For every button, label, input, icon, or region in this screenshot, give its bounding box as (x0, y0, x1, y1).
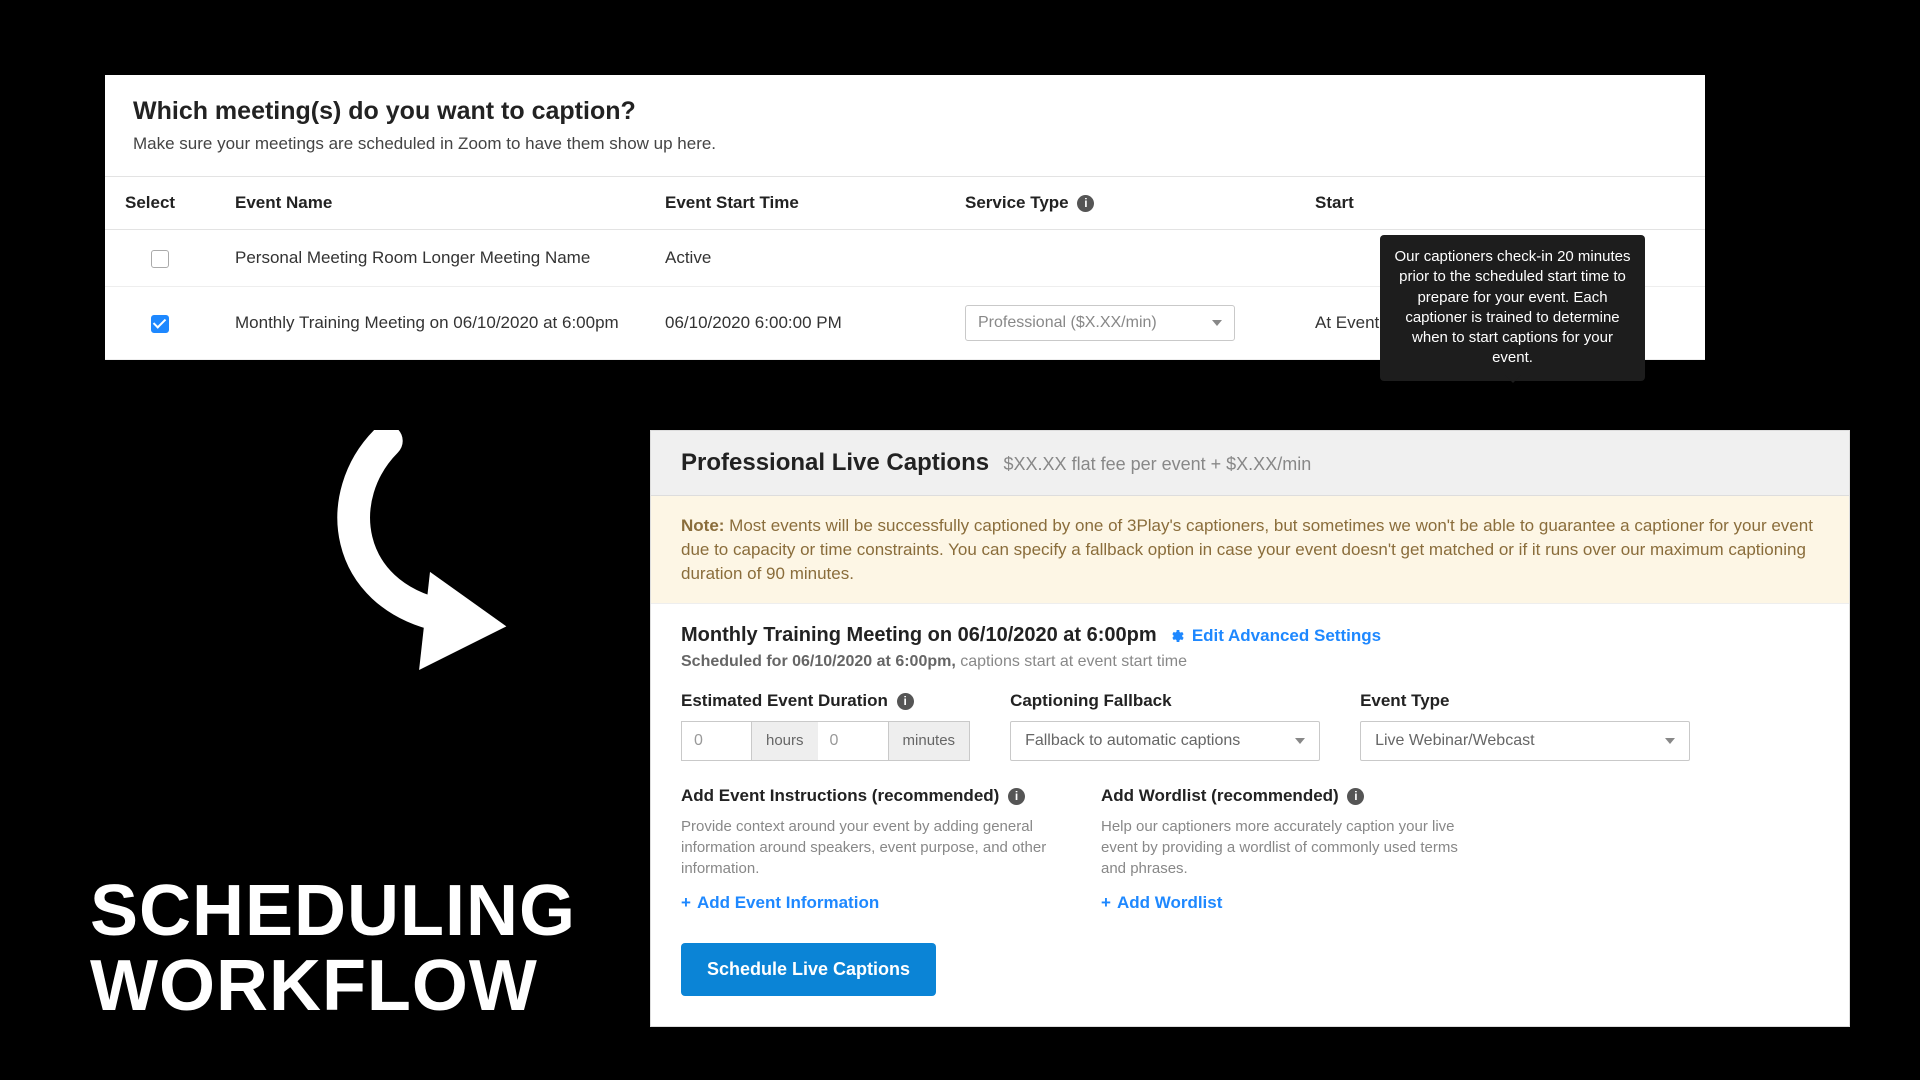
minutes-input[interactable]: 0 (818, 721, 888, 761)
event-type-field: Event Type Live Webinar/Webcast (1360, 691, 1690, 761)
config-header: Professional Live Captions $XX.XX flat f… (651, 431, 1849, 496)
wordlist-help: Help our captioners more accurately capt… (1101, 816, 1481, 879)
chevron-down-icon (1295, 738, 1305, 744)
edit-advanced-settings-link[interactable]: Edit Advanced Settings (1192, 626, 1381, 645)
duration-field: Estimated Event Duration i 0 hours 0 min… (681, 691, 970, 761)
hours-input[interactable]: 0 (681, 721, 751, 761)
row-checkbox[interactable] (151, 250, 169, 268)
fallback-label: Captioning Fallback (1010, 691, 1320, 711)
col-event-start: Event Start Time (645, 177, 945, 230)
instructions-field: Add Event Instructions (recommended) i P… (681, 786, 1061, 913)
hours-unit: hours (751, 721, 818, 761)
minutes-unit: minutes (888, 721, 971, 761)
add-event-info-text: Add Event Information (697, 893, 879, 912)
row-checkbox[interactable] (151, 315, 169, 333)
schedule-live-captions-button[interactable]: Schedule Live Captions (681, 943, 936, 996)
cell-service-type (945, 230, 1295, 287)
info-icon[interactable]: i (1347, 788, 1364, 805)
slide: Which meeting(s) do you want to caption?… (0, 0, 1920, 1080)
col-service-type: Service Type i (945, 177, 1295, 230)
fallback-field: Captioning Fallback Fallback to automati… (1010, 691, 1320, 761)
config-title: Professional Live Captions (681, 449, 989, 476)
duration-label: Estimated Event Duration (681, 691, 888, 710)
plus-icon: + (681, 893, 691, 912)
fallback-select[interactable]: Fallback to automatic captions (1010, 721, 1320, 761)
note-body: Most events will be successfully caption… (681, 516, 1813, 583)
event-type-label: Event Type (1360, 691, 1690, 711)
col-service-type-label: Service Type (965, 193, 1069, 212)
note-label: Note: (681, 516, 724, 535)
panel-subheading: Make sure your meetings are scheduled in… (105, 134, 1705, 176)
wordlist-field: Add Wordlist (recommended) i Help our ca… (1101, 786, 1481, 913)
cell-event-name: Monthly Training Meeting on 06/10/2020 a… (215, 287, 645, 360)
col-event-name: Event Name (215, 177, 645, 230)
captions-config-panel: Professional Live Captions $XX.XX flat f… (650, 430, 1850, 1027)
gear-icon[interactable] (1168, 627, 1184, 643)
event-sub-rest: captions start at event start time (956, 653, 1187, 670)
chevron-down-icon (1212, 320, 1222, 326)
info-icon[interactable]: i (1077, 195, 1094, 212)
col-select: Select (105, 177, 215, 230)
config-note: Note: Most events will be successfully c… (651, 496, 1849, 604)
add-event-info-link[interactable]: + Add Event Information (681, 893, 879, 912)
wordlist-label: Add Wordlist (recommended) (1101, 786, 1339, 805)
start-captions-tooltip: Our captioners check-in 20 minutes prior… (1380, 235, 1645, 381)
caption-line-1: SCHEDULING (90, 874, 576, 950)
arrow-icon (320, 430, 540, 670)
fallback-value: Fallback to automatic captions (1025, 732, 1240, 750)
event-title: Monthly Training Meeting on 06/10/2020 a… (681, 624, 1157, 646)
service-type-value: Professional ($X.XX/min) (978, 314, 1157, 332)
meeting-select-panel: Which meeting(s) do you want to caption?… (105, 75, 1705, 360)
instructions-label: Add Event Instructions (recommended) (681, 786, 999, 805)
event-type-value: Live Webinar/Webcast (1375, 732, 1534, 750)
config-price: $XX.XX flat fee per event + $X.XX/min (1004, 454, 1312, 474)
service-type-select[interactable]: Professional ($X.XX/min) (965, 305, 1235, 341)
cell-event-start: 06/10/2020 6:00:00 PM (645, 287, 945, 360)
chevron-down-icon (1665, 738, 1675, 744)
panel-heading: Which meeting(s) do you want to caption? (105, 97, 1705, 134)
event-sub-strong: Scheduled for 06/10/2020 at 6:00pm, (681, 653, 956, 670)
cell-event-start: Active (645, 230, 945, 287)
slide-caption: SCHEDULING WORKFLOW (90, 874, 576, 1025)
instructions-help: Provide context around your event by add… (681, 816, 1061, 879)
caption-line-2: WORKFLOW (90, 949, 576, 1025)
event-subtitle: Scheduled for 06/10/2020 at 6:00pm, capt… (681, 653, 1819, 671)
col-start-captions: Start (1295, 177, 1705, 230)
info-icon[interactable]: i (897, 693, 914, 710)
add-wordlist-text: Add Wordlist (1117, 893, 1222, 912)
add-wordlist-link[interactable]: + Add Wordlist (1101, 893, 1222, 912)
cell-event-name: Personal Meeting Room Longer Meeting Nam… (215, 230, 645, 287)
plus-icon: + (1101, 893, 1111, 912)
event-type-select[interactable]: Live Webinar/Webcast (1360, 721, 1690, 761)
info-icon[interactable]: i (1008, 788, 1025, 805)
